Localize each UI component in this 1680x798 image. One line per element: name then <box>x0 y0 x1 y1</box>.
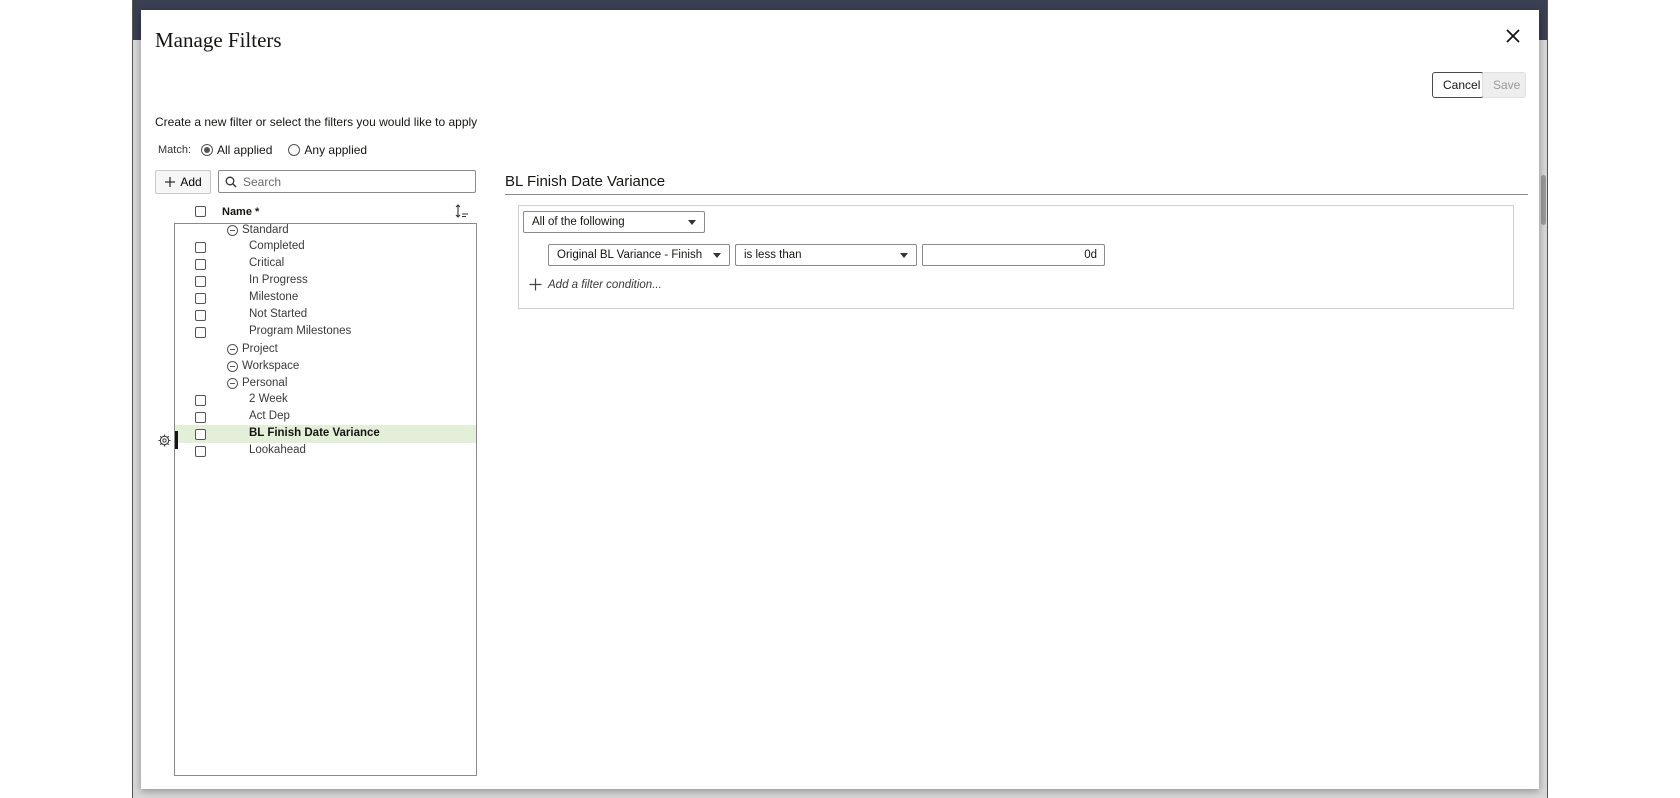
match-all-label: All applied <box>217 143 273 157</box>
item-label: In Progress <box>249 274 308 286</box>
collapse-icon[interactable] <box>227 377 238 389</box>
item-label: Act Dep <box>249 410 290 422</box>
match-any-label: Any applied <box>304 143 368 157</box>
item-checkbox[interactable] <box>195 310 206 321</box>
search-icon <box>225 176 237 187</box>
list-item[interactable]: Lookahead <box>175 442 476 460</box>
list-item[interactable]: Act Dep <box>175 408 476 426</box>
item-checkbox[interactable] <box>195 446 206 457</box>
match-type-select[interactable]: All of the following <box>523 211 705 233</box>
collapse-icon[interactable] <box>227 360 238 372</box>
condition-value-input[interactable]: 0d <box>922 244 1105 266</box>
list-item[interactable]: Milestone <box>175 289 476 307</box>
name-column-header[interactable]: Name * <box>222 206 259 218</box>
item-label: BL Finish Date Variance <box>249 427 380 439</box>
dialog-subtitle: Create a new filter or select the filter… <box>155 115 478 129</box>
match-all-radio[interactable] <box>201 144 214 156</box>
group-label: Project <box>242 343 278 355</box>
item-checkbox[interactable] <box>195 293 206 304</box>
chevron-down-icon <box>688 220 696 225</box>
item-checkbox[interactable] <box>195 276 206 287</box>
match-any-radio[interactable] <box>288 144 301 156</box>
group-project[interactable]: Project <box>227 340 278 358</box>
save-button[interactable]: Save <box>1482 72 1526 98</box>
select-all-checkbox[interactable] <box>195 206 206 217</box>
cancel-button[interactable]: Cancel <box>1432 72 1484 98</box>
item-checkbox[interactable] <box>195 412 206 423</box>
list-item-selected[interactable]: BL Finish Date Variance <box>175 425 476 443</box>
group-label: Personal <box>242 377 288 389</box>
add-condition-link[interactable]: Add a filter condition... <box>529 278 662 291</box>
filter-detail-title: BL Finish Date Variance <box>505 173 666 190</box>
group-standard[interactable]: Standard <box>227 221 289 239</box>
item-label: Lookahead <box>249 444 306 456</box>
item-label: Not Started <box>249 308 308 320</box>
list-item[interactable]: 2 Week <box>175 391 476 409</box>
filter-list-header: Name * <box>174 203 477 224</box>
manage-filters-dialog: Manage Filters Cancel Save Create a new … <box>141 10 1539 789</box>
condition-value: 0d <box>1084 249 1097 261</box>
list-item[interactable]: In Progress <box>175 272 476 290</box>
selection-indicator <box>175 431 178 449</box>
item-checkbox[interactable] <box>195 242 206 253</box>
match-all-option[interactable]: All applied <box>201 143 272 157</box>
chevron-down-icon <box>900 253 908 258</box>
collapse-icon[interactable] <box>227 343 238 355</box>
match-label: Match: <box>158 144 192 156</box>
match-type-value: All of the following <box>532 216 625 228</box>
item-checkbox[interactable] <box>195 327 206 338</box>
filter-list: Standard Completed Critical In Progress … <box>174 224 477 776</box>
item-label: 2 Week <box>249 393 288 405</box>
search-input[interactable] <box>243 174 463 189</box>
match-any-option[interactable]: Any applied <box>288 143 367 157</box>
add-filter-label: Add <box>180 175 202 189</box>
condition-operator-value: is less than <box>744 249 802 261</box>
list-item[interactable]: Program Milestones <box>175 323 476 341</box>
group-personal[interactable]: Personal <box>227 374 287 392</box>
item-checkbox[interactable] <box>195 259 206 270</box>
item-label: Critical <box>249 257 285 269</box>
condition-field-select[interactable]: Original BL Variance - Finish <box>548 244 730 266</box>
group-label: Standard <box>242 224 289 236</box>
plus-icon <box>165 177 176 187</box>
condition-field-value: Original BL Variance - Finish <box>557 249 703 261</box>
sort-icon[interactable] <box>455 204 469 218</box>
group-label: Workspace <box>242 360 300 372</box>
chevron-down-icon <box>713 253 721 258</box>
item-checkbox[interactable] <box>195 429 206 440</box>
close-button[interactable] <box>1501 24 1525 48</box>
item-label: Completed <box>249 240 305 252</box>
search-box <box>218 170 476 193</box>
group-workspace[interactable]: Workspace <box>227 357 299 375</box>
close-icon <box>1506 29 1520 43</box>
item-label: Milestone <box>249 291 299 303</box>
list-item[interactable]: Completed <box>175 238 476 256</box>
gear-icon[interactable] <box>158 434 171 447</box>
divider <box>505 194 1528 195</box>
list-item[interactable]: Critical <box>175 255 476 273</box>
page-scrollbar[interactable] <box>1541 175 1546 225</box>
match-selector: Match: All applied Any applied <box>158 143 377 157</box>
condition-operator-select[interactable]: is less than <box>735 244 917 266</box>
dialog-title: Manage Filters <box>155 28 282 52</box>
plus-icon <box>529 278 542 291</box>
collapse-icon[interactable] <box>227 224 238 236</box>
add-filter-button[interactable]: Add <box>155 170 211 194</box>
add-condition-label: Add a filter condition... <box>548 278 662 291</box>
condition-builder: All of the following Original BL Varianc… <box>518 205 1514 309</box>
item-checkbox[interactable] <box>195 395 206 406</box>
list-item[interactable]: Not Started <box>175 306 476 324</box>
item-label: Program Milestones <box>249 325 352 337</box>
